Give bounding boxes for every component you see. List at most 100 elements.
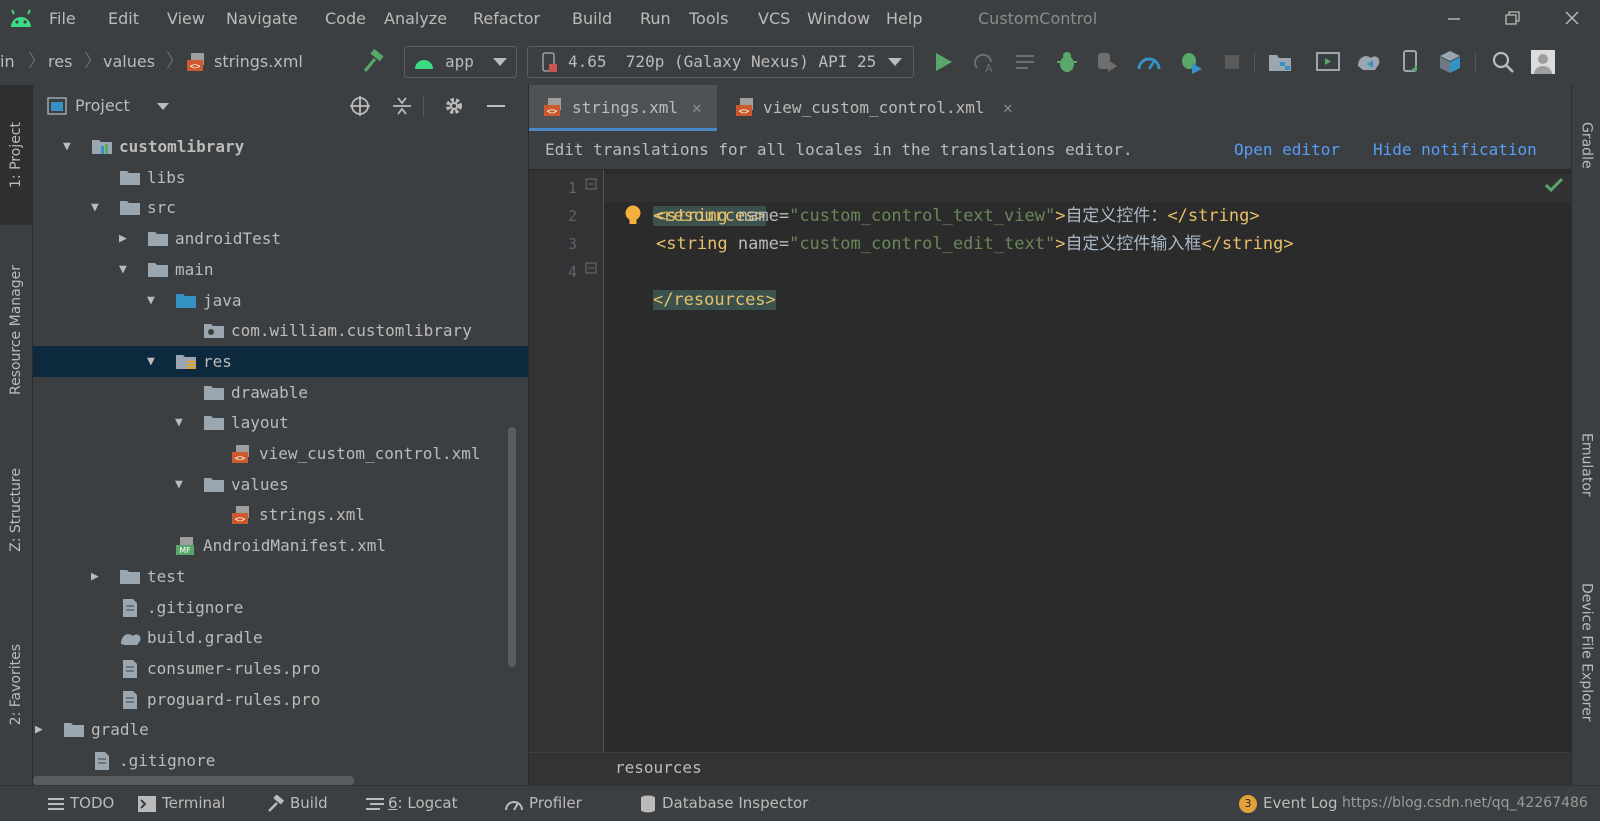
tree-item[interactable]: .gitignore: [33, 592, 528, 623]
attach-debugger-process-icon[interactable]: [1177, 48, 1205, 76]
restore-icon[interactable]: [1498, 9, 1526, 29]
breadcrumb-item[interactable]: strings.xml: [214, 38, 303, 85]
tree-item[interactable]: ▶ test: [33, 561, 528, 592]
hammer-icon[interactable]: [358, 48, 386, 76]
debug-icon[interactable]: [1053, 48, 1081, 76]
close-window-icon[interactable]: [1558, 9, 1586, 29]
avd-manager-icon[interactable]: [1397, 48, 1425, 76]
expanded-arrow-icon[interactable]: ▼: [63, 131, 79, 162]
menu-tools[interactable]: Tools: [689, 0, 728, 38]
collapsed-arrow-icon[interactable]: ▶: [119, 223, 135, 254]
collapsed-arrow-icon[interactable]: ▶: [35, 714, 51, 745]
menu-edit[interactable]: Edit: [108, 0, 139, 38]
expanded-arrow-icon[interactable]: ▼: [147, 285, 163, 316]
menu-run[interactable]: Run: [640, 0, 671, 38]
expanded-arrow-icon[interactable]: ▼: [175, 407, 191, 438]
chevron-down-icon[interactable]: [157, 103, 169, 111]
logcat-tool-button[interactable]: 6: Logcat: [366, 786, 457, 821]
breadcrumb-item[interactable]: values: [103, 38, 155, 85]
tree-item[interactable]: drawable: [33, 377, 528, 408]
expanded-arrow-icon[interactable]: ▼: [119, 254, 135, 285]
device-manager-screen-icon[interactable]: [1314, 48, 1342, 76]
menu-build[interactable]: Build: [572, 0, 612, 38]
run-config-dropdown[interactable]: app: [404, 46, 517, 78]
stop-icon[interactable]: [1218, 48, 1246, 76]
terminal-tool-button[interactable]: Terminal: [138, 786, 225, 821]
tab-gradle[interactable]: Gradle: [1572, 95, 1600, 195]
hide-panel-icon[interactable]: [485, 95, 507, 117]
tree-item[interactable]: MF AndroidManifest.xml: [33, 530, 528, 561]
minimize-icon[interactable]: [1440, 9, 1468, 29]
tab-favorites[interactable]: 2: Favorites: [0, 605, 32, 765]
tree-item[interactable]: proguard-rules.pro: [33, 684, 528, 715]
menu-help[interactable]: Help: [886, 0, 922, 38]
search-icon[interactable]: [1489, 48, 1517, 76]
editor-tab-view-custom-control[interactable]: <> view_custom_control.xml ✕: [719, 85, 1044, 131]
tab-emulator[interactable]: Emulator: [1572, 410, 1600, 520]
tree-item[interactable]: <> view_custom_control.xml: [33, 438, 528, 469]
expanded-arrow-icon[interactable]: ▼: [91, 192, 107, 223]
collapse-all-icon[interactable]: [391, 95, 413, 117]
tab-resource-manager[interactable]: Resource Manager: [0, 240, 32, 420]
profile-icon[interactable]: [1135, 48, 1163, 76]
menu-vcs[interactable]: VCS: [758, 0, 790, 38]
tree-item[interactable]: consumer-rules.pro: [33, 653, 528, 684]
menu-refactor[interactable]: Refactor: [473, 0, 540, 38]
event-log-tool-button[interactable]: 3 Event Log: [1239, 786, 1338, 821]
tree-item[interactable]: ▶ gradle: [33, 714, 528, 745]
menu-file[interactable]: File: [49, 0, 76, 38]
collapsed-arrow-icon[interactable]: ▶: [91, 561, 107, 592]
lightbulb-icon[interactable]: [623, 204, 643, 228]
tree-horizontal-scrollbar[interactable]: [33, 776, 354, 785]
account-avatar-icon[interactable]: [1529, 48, 1557, 76]
fold-icon[interactable]: [585, 262, 597, 274]
tree-vertical-scrollbar[interactable]: [508, 427, 516, 667]
open-editor-link[interactable]: Open editor: [1234, 131, 1340, 169]
project-structure-icon[interactable]: [1266, 48, 1294, 76]
run-icon[interactable]: [929, 48, 957, 76]
tab-structure[interactable]: Z: Structure: [0, 440, 32, 580]
apply-code-changes-icon[interactable]: [1012, 48, 1040, 76]
tree-item[interactable]: ▼ res: [33, 345, 528, 377]
tree-item[interactable]: build.gradle: [33, 622, 528, 653]
apply-changes-restart-icon[interactable]: A: [970, 48, 998, 76]
profiler-tool-button[interactable]: Profiler: [505, 786, 582, 821]
tree-item[interactable]: ▼ main: [33, 254, 528, 285]
close-tab-icon[interactable]: ✕: [692, 85, 702, 131]
locate-file-icon[interactable]: [349, 95, 371, 117]
tree-item[interactable]: ▶ androidTest: [33, 223, 528, 254]
gear-icon[interactable]: [443, 95, 465, 117]
breadcrumb-item[interactable]: res: [48, 38, 72, 85]
attach-debugger-icon[interactable]: [1093, 48, 1121, 76]
tree-item[interactable]: ▼ java: [33, 285, 528, 316]
close-tab-icon[interactable]: ✕: [1003, 85, 1013, 131]
project-view-selector[interactable]: Project: [75, 85, 130, 127]
tree-item[interactable]: libs: [33, 162, 528, 193]
sync-gradle-icon[interactable]: [1355, 48, 1383, 76]
database-inspector-tool-button[interactable]: Database Inspector: [640, 786, 808, 821]
tree-item[interactable]: ▼ customlibrary: [33, 131, 528, 162]
menu-navigate[interactable]: Navigate: [226, 0, 298, 38]
editor-tab-strings[interactable]: <> strings.xml ✕: [529, 85, 717, 131]
code-editor[interactable]: <resources> <string name="custom_control…: [604, 170, 1571, 752]
build-tool-button[interactable]: Build: [266, 786, 328, 821]
tab-device-file-explorer[interactable]: Device File Explorer: [1572, 545, 1600, 760]
todo-tool-button[interactable]: TODO: [48, 786, 114, 821]
tree-item[interactable]: <> strings.xml: [33, 499, 528, 530]
expanded-arrow-icon[interactable]: ▼: [175, 469, 191, 500]
menu-analyze[interactable]: Analyze: [384, 0, 447, 38]
tab-project-tool[interactable]: 1: Project: [0, 85, 32, 225]
tree-item[interactable]: .gitignore: [33, 745, 528, 776]
tree-item[interactable]: ▼ values: [33, 469, 528, 500]
tree-item[interactable]: ▼ src: [33, 192, 528, 223]
fold-icon[interactable]: [585, 178, 597, 190]
device-dropdown[interactable]: 4.65 720p (Galaxy Nexus) API 25: [527, 46, 914, 78]
breadcrumb-item[interactable]: in: [0, 38, 15, 85]
tree-item[interactable]: com.william.customlibrary: [33, 315, 528, 346]
sdk-manager-icon[interactable]: [1437, 48, 1465, 76]
menu-code[interactable]: Code: [325, 0, 366, 38]
menu-view[interactable]: View: [167, 0, 205, 38]
tree-item[interactable]: ▼ layout: [33, 407, 528, 438]
hide-notification-link[interactable]: Hide notification: [1373, 131, 1537, 169]
expanded-arrow-icon[interactable]: ▼: [147, 346, 163, 377]
